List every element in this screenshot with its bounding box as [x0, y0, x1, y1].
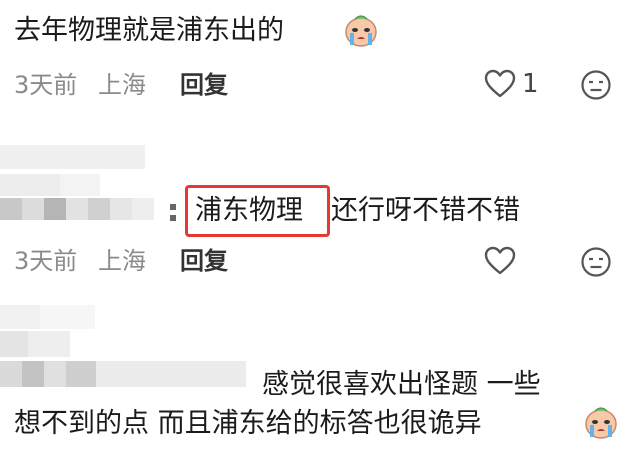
crying-face-sticker-icon [583, 404, 619, 440]
comment-1-reply-button[interactable]: 回复 [180, 70, 228, 100]
dislike-face-icon[interactable] [580, 69, 612, 101]
comment-3-line1: 感觉很喜欢出怪题 一些 [262, 369, 541, 400]
dislike-face-icon[interactable] [580, 246, 612, 278]
comment-1-location: 上海 [98, 71, 146, 99]
comment-3-line2: 想不到的点 而且浦东给的标答也很诡异 [14, 408, 482, 439]
comment-1-text: 去年物理就是浦东出的 [14, 15, 284, 46]
comment-2-time: 3天前 [14, 247, 78, 275]
comment-2-text: 还行呀不错不错 [331, 195, 520, 226]
crying-face-sticker-icon [343, 12, 379, 48]
heart-icon[interactable] [484, 69, 516, 99]
blurred-username [0, 140, 180, 230]
blurred-username [0, 305, 250, 395]
comment-2-highlight-text: 浦东物理 [195, 195, 303, 226]
heart-icon[interactable] [484, 246, 516, 276]
comment-2-location: 上海 [98, 247, 146, 275]
comment-1-time: 3天前 [14, 71, 78, 99]
comment-1-like-count: 1 [522, 69, 539, 99]
comment-2-reply-button[interactable]: 回复 [180, 246, 228, 276]
